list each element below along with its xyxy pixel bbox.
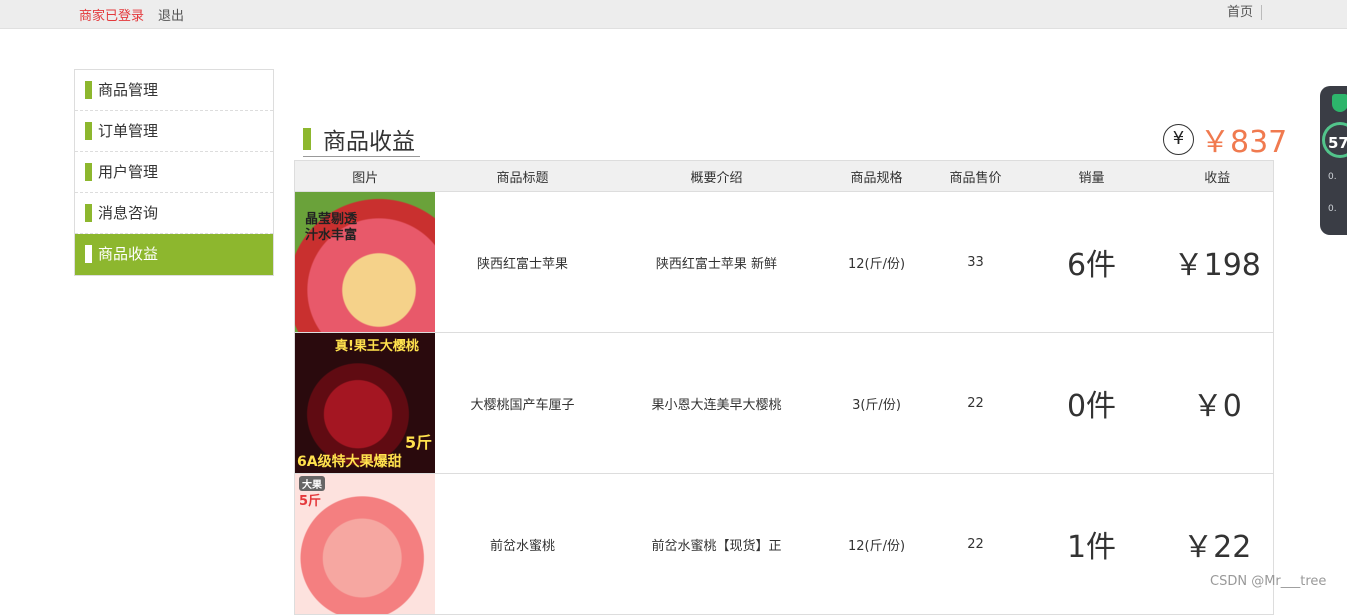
col-header-title: 商品标题 xyxy=(435,160,610,192)
logout-link[interactable]: 退出 xyxy=(158,5,184,24)
product-image-cell: 真!果王大樱桃 5斤 6A级特大果爆甜 xyxy=(294,332,436,474)
product-intro: 陕西红富士苹果 新鲜 xyxy=(609,191,824,333)
sidebar-item-label: 订单管理 xyxy=(98,122,159,140)
top-bar: 商家已登录 退出 首页 xyxy=(0,0,1347,29)
widget-score: 57 xyxy=(1328,134,1347,152)
col-header-sales: 销量 xyxy=(1021,160,1162,192)
widget-stat-down: 0. xyxy=(1328,204,1337,214)
image-caption: 真!果王大樱桃 xyxy=(335,339,419,354)
product-spec: 12(斤/份) xyxy=(823,191,930,333)
page-title: 商品收益 xyxy=(303,122,415,156)
table-header-row: 图片 商品标题 概要介绍 商品规格 商品售价 销量 收益 xyxy=(294,160,1274,192)
sidebar-item-product-management[interactable]: 商品管理 xyxy=(75,70,273,111)
sidebar-item-message-consult[interactable]: 消息咨询 xyxy=(75,193,273,234)
title-marker xyxy=(303,128,311,150)
col-header-price: 商品售价 xyxy=(929,160,1022,192)
sidebar-marker xyxy=(85,204,92,222)
sidebar-item-order-management[interactable]: 订单管理 xyxy=(75,111,273,152)
image-caption: 6A级特大果爆甜 xyxy=(297,454,402,470)
product-revenue: ￥22 xyxy=(1161,473,1274,615)
sidebar-item-label: 商品管理 xyxy=(98,81,159,99)
product-price: 22 xyxy=(929,473,1022,615)
product-intro: 果小恩大连美早大樱桃 xyxy=(609,332,824,474)
product-intro: 前岔水蜜桃【现货】正 xyxy=(609,473,824,615)
col-header-spec: 商品规格 xyxy=(823,160,930,192)
sidebar-item-label: 用户管理 xyxy=(98,163,159,181)
yen-circle-icon: ¥ xyxy=(1163,123,1194,155)
page-title-text: 商品收益 xyxy=(323,129,415,155)
sidebar-item-product-revenue[interactable]: 商品收益 xyxy=(75,234,273,275)
total-revenue-amount: ￥837 xyxy=(1200,125,1288,160)
product-image-cell: 大果 5斤 xyxy=(294,473,436,615)
sidebar-marker xyxy=(85,81,92,99)
product-image-cell: 晶莹剔透 汁水丰富 xyxy=(294,191,436,333)
table-row: 大果 5斤 前岔水蜜桃 前岔水蜜桃【现货】正 12(斤/份) 22 1件 ￥22 xyxy=(294,473,1274,615)
shield-icon xyxy=(1332,94,1347,112)
sidebar-marker xyxy=(85,163,92,181)
home-link[interactable]: 首页 xyxy=(1227,5,1263,20)
product-title: 陕西红富士苹果 xyxy=(435,191,610,333)
table-row: 晶莹剔透 汁水丰富 陕西红富士苹果 陕西红富士苹果 新鲜 12(斤/份) 33 … xyxy=(294,191,1274,333)
floating-monitor-widget[interactable]: 57 0. 0. xyxy=(1320,86,1347,235)
peach-product-image[interactable]: 大果 5斤 xyxy=(295,474,435,614)
col-header-revenue: 收益 xyxy=(1161,160,1274,192)
product-sales: 1件 xyxy=(1021,473,1162,615)
product-spec: 3(斤/份) xyxy=(823,332,930,474)
product-revenue: ￥0 xyxy=(1161,332,1274,474)
sidebar-item-user-management[interactable]: 用户管理 xyxy=(75,152,273,193)
product-spec: 12(斤/份) xyxy=(823,473,930,615)
product-sales: 6件 xyxy=(1021,191,1162,333)
table-row: 真!果王大樱桃 5斤 6A级特大果爆甜 大樱桃国产车厘子 果小恩大连美早大樱桃 … xyxy=(294,332,1274,474)
product-revenue: ￥198 xyxy=(1161,191,1274,333)
product-price: 33 xyxy=(929,191,1022,333)
watermark: CSDN @Mr___tree xyxy=(1210,574,1327,589)
col-header-image: 图片 xyxy=(294,160,436,192)
sidebar-marker xyxy=(85,122,92,140)
widget-stat-up: 0. xyxy=(1328,172,1337,182)
product-price: 22 xyxy=(929,332,1022,474)
apple-product-image[interactable]: 晶莹剔透 汁水丰富 xyxy=(295,192,435,332)
col-header-intro: 概要介绍 xyxy=(609,160,824,192)
sidebar-item-label: 消息咨询 xyxy=(98,204,159,222)
image-caption: 5斤 xyxy=(299,494,322,509)
title-underline xyxy=(303,156,420,157)
total-revenue: ¥ ￥837 xyxy=(1163,122,1287,160)
sidebar-menu: 商品管理 订单管理 用户管理 消息咨询 商品收益 xyxy=(74,69,274,276)
cherry-product-image[interactable]: 真!果王大樱桃 5斤 6A级特大果爆甜 xyxy=(295,333,435,473)
product-title: 大樱桃国产车厘子 xyxy=(435,332,610,474)
revenue-table: 图片 商品标题 概要介绍 商品规格 商品售价 销量 收益 晶莹剔透 汁水丰富 陕… xyxy=(294,160,1274,615)
product-sales: 0件 xyxy=(1021,332,1162,474)
sidebar-marker xyxy=(85,245,92,263)
image-caption: 5斤 xyxy=(405,433,433,452)
product-title: 前岔水蜜桃 xyxy=(435,473,610,615)
login-status: 商家已登录 xyxy=(79,9,145,24)
image-caption: 大果 xyxy=(299,476,325,491)
image-caption: 汁水丰富 xyxy=(305,228,358,243)
sidebar-item-label: 商品收益 xyxy=(98,245,159,263)
